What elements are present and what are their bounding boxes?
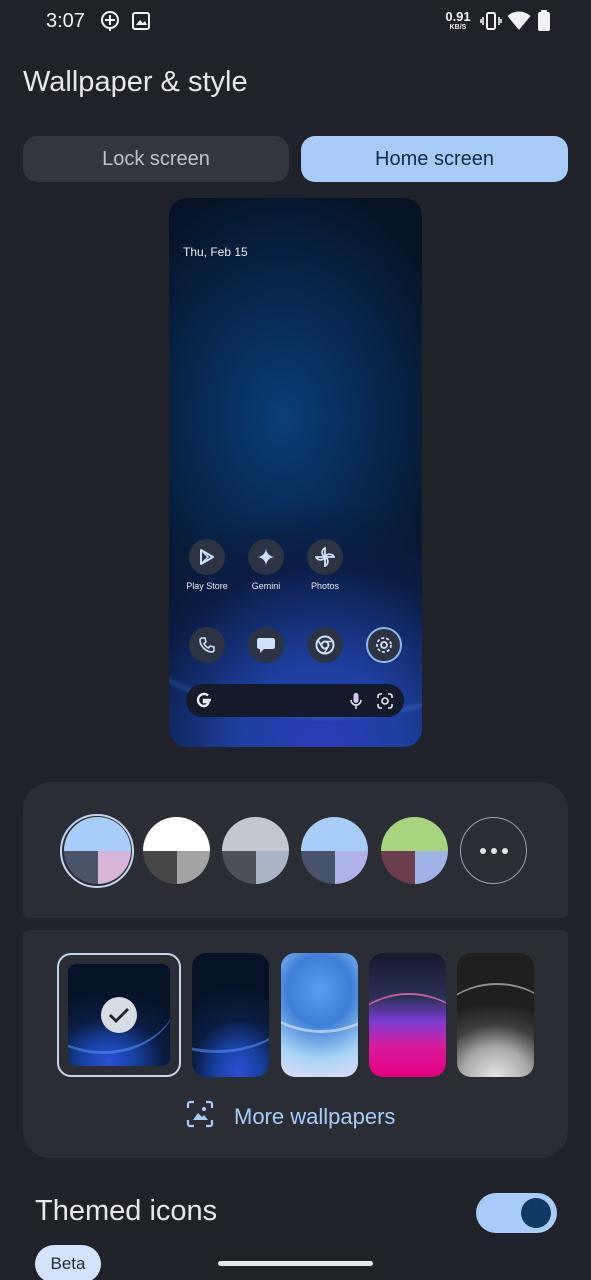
gemini-icon xyxy=(248,539,284,575)
wallpaper-arc xyxy=(281,953,358,1033)
tab-lock-screen[interactable]: Lock screen xyxy=(23,136,289,182)
settings-icon xyxy=(366,627,402,663)
swatch-bottom-left xyxy=(301,851,335,884)
google-logo-icon xyxy=(195,691,213,714)
gallery-icon xyxy=(186,1100,214,1134)
more-horiz-icon xyxy=(479,842,509,860)
net-speed-unit: KB/S xyxy=(449,24,467,31)
color-swatch-2[interactable] xyxy=(143,817,210,884)
swatch-bottom-right xyxy=(256,851,289,884)
google-search-bar xyxy=(186,684,404,717)
beta-badge: Beta xyxy=(35,1245,101,1280)
color-swatch-5[interactable] xyxy=(381,817,448,884)
phone-icon xyxy=(189,627,225,663)
themed-icons-label: Themed icons xyxy=(35,1195,218,1227)
status-bar: 3:07 0.91 KB/S xyxy=(0,0,591,44)
gesture-nav-handle[interactable] xyxy=(218,1261,373,1266)
swatch-bottom-left xyxy=(381,851,415,884)
swatch-top xyxy=(64,817,131,851)
image-icon xyxy=(132,12,150,35)
app-label: Photos xyxy=(310,581,340,591)
app-gemini: Gemini xyxy=(236,539,296,591)
app-play-store: Play Store xyxy=(177,539,237,591)
color-swatch-4[interactable] xyxy=(301,817,368,884)
wallpaper-arc xyxy=(192,953,269,1053)
toggle-knob xyxy=(521,1198,551,1228)
status-time: 3:07 xyxy=(46,10,85,32)
vibrate-icon xyxy=(480,11,502,36)
chrome-icon xyxy=(307,627,343,663)
net-speed: 0.91 KB/S xyxy=(442,10,474,31)
battery-icon xyxy=(537,10,551,37)
wallpaper-thumb-5[interactable] xyxy=(457,953,534,1077)
color-swatch-3[interactable] xyxy=(222,817,289,884)
app-label: Play Store xyxy=(186,581,228,591)
net-speed-value: 0.91 xyxy=(445,9,471,24)
wallpaper-arc xyxy=(369,993,446,1077)
swatch-bottom-right xyxy=(177,851,210,884)
swatch-top xyxy=(222,817,289,851)
more-wallpapers-button[interactable]: More wallpapers xyxy=(186,1100,395,1134)
photos-icon xyxy=(307,539,343,575)
lens-icon xyxy=(376,692,394,715)
swatch-bottom-left xyxy=(222,851,256,884)
themed-icons-toggle[interactable] xyxy=(476,1193,557,1233)
assistant-icon xyxy=(100,10,120,37)
more-wallpapers-label: More wallpapers xyxy=(234,1104,396,1129)
wallpaper-arc xyxy=(457,983,534,1077)
wifi-icon xyxy=(507,11,531,36)
swatch-top xyxy=(143,817,210,851)
play-store-icon xyxy=(189,539,225,575)
swatch-bottom-right xyxy=(98,851,131,884)
check-icon xyxy=(101,997,137,1033)
more-colors-button[interactable] xyxy=(460,817,527,884)
swatch-bottom-right xyxy=(335,851,368,884)
page-title: Wallpaper & style xyxy=(23,66,248,98)
wallpaper-thumb-3[interactable] xyxy=(281,953,358,1077)
swatch-bottom-left xyxy=(143,851,177,884)
app-label: Gemini xyxy=(251,581,281,591)
swatch-top xyxy=(301,817,368,851)
color-swatch-1[interactable] xyxy=(64,817,131,884)
wallpaper-thumb-2[interactable] xyxy=(192,953,269,1077)
home-screen-preview[interactable]: Thu, Feb 15 Play Store Gemini Photos xyxy=(169,198,422,747)
mic-icon xyxy=(350,692,362,715)
app-photos: Photos xyxy=(295,539,355,591)
swatch-bottom-left xyxy=(64,851,98,884)
swatch-bottom-right xyxy=(415,851,448,884)
messages-icon xyxy=(248,627,284,663)
tab-home-screen[interactable]: Home screen xyxy=(301,136,568,182)
wallpaper-thumb-4[interactable] xyxy=(369,953,446,1077)
preview-date: Thu, Feb 15 xyxy=(183,245,248,259)
swatch-top xyxy=(381,817,448,851)
